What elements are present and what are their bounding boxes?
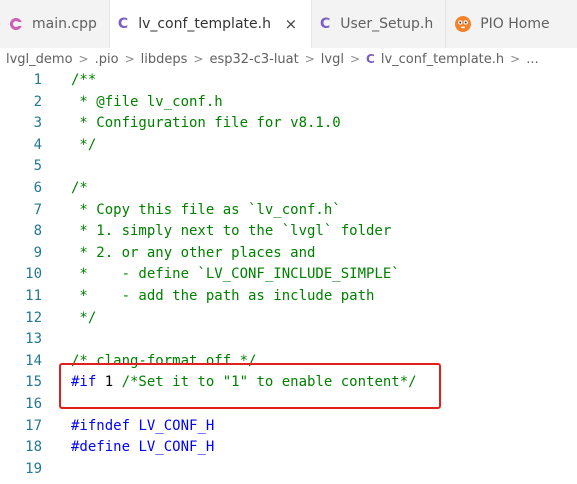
line-number: 16 bbox=[25, 396, 42, 412]
c-file-icon: C bbox=[319, 16, 331, 32]
line-number: 13 bbox=[25, 331, 42, 348]
code-line[interactable]: 11 * - add the path as include path bbox=[0, 286, 577, 308]
breadcrumb-item[interactable]: lvgl_demo bbox=[6, 52, 73, 67]
tab-label: main.cpp bbox=[32, 16, 97, 32]
code-token: * - define `LV_CONF_INCLUDE_SIMPLE` bbox=[71, 266, 400, 283]
code-token: * 1. simply next to the `lvgl` folder bbox=[71, 223, 392, 240]
tab-main-cpp[interactable]: main.cpp bbox=[0, 0, 110, 48]
code-text: */ bbox=[71, 308, 96, 330]
code-text: * Copy this file as `lv_conf.h` bbox=[71, 200, 341, 222]
code-token: LV_CONF_H bbox=[138, 439, 215, 456]
breadcrumb-more[interactable]: ... bbox=[526, 52, 538, 67]
code-token: #ifndef bbox=[71, 417, 139, 434]
code-text: * 2. or any other places and bbox=[71, 243, 315, 265]
line-number: 15 bbox=[25, 374, 42, 391]
platformio-icon bbox=[455, 16, 472, 32]
code-text: /** bbox=[71, 70, 96, 92]
code-line[interactable]: 18 #define LV_CONF_H bbox=[0, 437, 577, 459]
code-token: * Copy this file as `lv_conf.h` bbox=[71, 201, 341, 218]
line-number: 4 bbox=[33, 136, 42, 153]
line-number: 10 bbox=[25, 266, 42, 283]
breadcrumb-item[interactable]: esp32-c3-luat bbox=[209, 52, 298, 67]
code-token: * - add the path as include path bbox=[71, 288, 375, 304]
code-line[interactable]: 12 */ bbox=[0, 308, 577, 330]
tab-pio-home[interactable]: PIO Home bbox=[446, 0, 561, 48]
line-number: 8 bbox=[33, 223, 42, 240]
code-editor[interactable]: 1/** 2 * @file lv_conf.h 3 * Configuration… bbox=[0, 70, 577, 484]
code-line[interactable]: 7 * Copy this file as `lv_conf.h` bbox=[0, 200, 577, 222]
code-text: * @file lv_conf.h bbox=[71, 92, 223, 114]
annotation-highlight-box bbox=[59, 363, 441, 409]
breadcrumb: lvgl_demo > .pio > libdeps > esp32-c3-lu… bbox=[0, 48, 577, 70]
code-line[interactable]: 2 * @file lv_conf.h bbox=[0, 92, 577, 114]
code-text: */ bbox=[71, 135, 96, 157]
code-token: * @file lv_conf.h bbox=[71, 93, 223, 110]
code-text: * - define `LV_CONF_INCLUDE_SIMPLE` bbox=[71, 264, 400, 286]
line-number: 11 bbox=[25, 288, 42, 304]
code-line[interactable]: 4 */ bbox=[0, 135, 577, 157]
code-line[interactable]: 17 #ifndef LV_CONF_H bbox=[0, 416, 577, 438]
code-line[interactable]: 3 * Configuration file for v8.1.0 bbox=[0, 113, 577, 135]
code-line[interactable]: 8 * 1. simply next to the `lvgl` folder bbox=[0, 221, 577, 243]
code-line[interactable]: 1 /** bbox=[0, 70, 577, 92]
chevron-right-icon: > bbox=[124, 52, 135, 66]
c-file-icon: C bbox=[366, 52, 375, 66]
code-text: * - add the path as include path bbox=[71, 286, 374, 308]
close-icon[interactable]: × bbox=[283, 15, 299, 33]
line-number: 18 bbox=[25, 439, 42, 456]
tab-label: PIO Home bbox=[480, 16, 550, 32]
line-number: 12 bbox=[25, 309, 42, 326]
chevron-right-icon: > bbox=[349, 52, 361, 66]
code-token: * 2. or any other places and bbox=[71, 244, 316, 261]
line-number: 6 bbox=[33, 180, 42, 196]
breadcrumb-file[interactable]: lv_conf_template.h bbox=[381, 52, 504, 67]
breadcrumb-item[interactable]: lvgl bbox=[321, 52, 344, 67]
code-token: LV_CONF_H bbox=[138, 417, 215, 434]
cpp-file-icon bbox=[10, 18, 22, 30]
tab-lv-conf-template-h[interactable]: C lv_conf_template.h × bbox=[109, 0, 312, 48]
code-text: * 1. simply next to the `lvgl` folder bbox=[71, 221, 391, 243]
chevron-right-icon: > bbox=[304, 52, 315, 66]
code-line[interactable]: 10 * - define `LV_CONF_INCLUDE_SIMPLE` bbox=[0, 264, 577, 286]
code-text: * Configuration file for v8.1.0 bbox=[71, 113, 341, 135]
c-file-icon: C bbox=[117, 16, 129, 32]
tab-label: User_Setup.h bbox=[340, 16, 434, 32]
code-token: #define bbox=[71, 439, 139, 456]
breadcrumb-item[interactable]: libdeps bbox=[141, 52, 188, 67]
code-token: */ bbox=[71, 136, 97, 153]
chevron-right-icon: > bbox=[510, 52, 521, 66]
editor-tab-bar: main.cpp C lv_conf_template.h × C User_S… bbox=[0, 0, 577, 48]
breadcrumb-item[interactable]: .pio bbox=[95, 52, 119, 67]
line-number: 2 bbox=[33, 93, 42, 110]
code-line[interactable]: 13 bbox=[0, 329, 577, 351]
code-token: * Configuration file for v8.1.0 bbox=[71, 115, 341, 132]
tab-user-setup-h[interactable]: C User_Setup.h bbox=[312, 0, 447, 48]
line-number: 7 bbox=[33, 201, 42, 218]
line-number: 17 bbox=[25, 417, 42, 434]
chevron-right-icon: > bbox=[78, 52, 89, 66]
code-line[interactable]: 9 * 2. or any other places and bbox=[0, 243, 577, 265]
code-token: */ bbox=[71, 309, 97, 326]
line-number: 3 bbox=[33, 115, 42, 132]
line-number: 5 bbox=[33, 158, 42, 175]
code-line[interactable]: 19 bbox=[0, 459, 577, 481]
line-number: 19 bbox=[25, 460, 42, 477]
chevron-right-icon: > bbox=[193, 52, 204, 66]
code-token: /** bbox=[71, 72, 97, 88]
code-text: #ifndef LV_CONF_H bbox=[71, 416, 214, 438]
code-line[interactable]: 5 bbox=[0, 156, 577, 178]
tab-label: lv_conf_template.h bbox=[138, 16, 271, 32]
line-number: 14 bbox=[25, 352, 42, 369]
line-number: 1 bbox=[33, 72, 42, 88]
line-number: 9 bbox=[33, 244, 42, 261]
code-text: /* bbox=[71, 178, 88, 200]
code-text: #define LV_CONF_H bbox=[71, 437, 214, 459]
code-line[interactable]: 6 /* bbox=[0, 178, 577, 200]
code-token: /* bbox=[71, 180, 88, 196]
